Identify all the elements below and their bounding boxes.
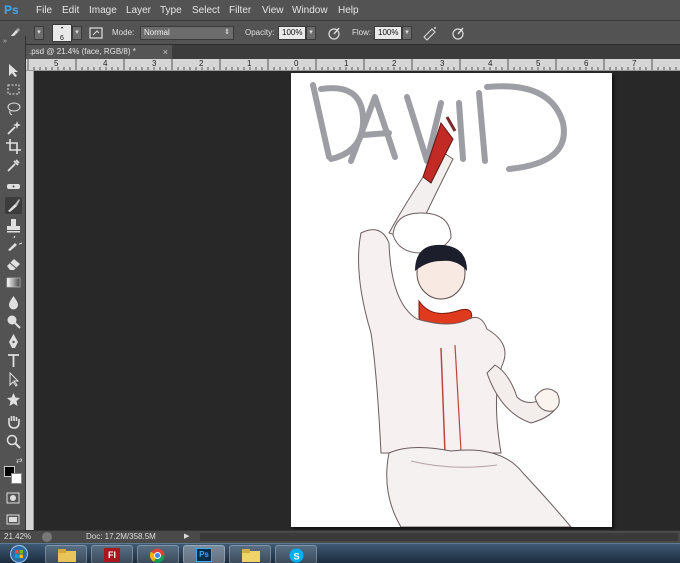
menu-view[interactable]: View bbox=[262, 0, 284, 21]
flash-icon: Fl bbox=[104, 548, 120, 562]
eraser-tool-icon[interactable] bbox=[5, 255, 22, 272]
pressure-opacity-icon[interactable] bbox=[326, 25, 342, 41]
menu-filter[interactable]: Filter bbox=[229, 0, 251, 21]
document-size: Doc: 17.2M/358.5M bbox=[86, 532, 156, 541]
screen-mode-icon[interactable] bbox=[6, 513, 20, 525]
path-select-tool-icon[interactable] bbox=[5, 371, 22, 388]
document-tab-title: .psd @ 21.4% (face, RGB/8) * bbox=[29, 47, 136, 56]
menu-image[interactable]: Image bbox=[89, 0, 117, 21]
menu-bar: Ps File Edit Image Layer Type Select Fil… bbox=[0, 0, 680, 21]
svg-text:S: S bbox=[293, 551, 299, 561]
tools-panel: » ⇄ bbox=[0, 36, 26, 530]
menu-help[interactable]: Help bbox=[338, 0, 359, 21]
airbrush-icon[interactable] bbox=[422, 25, 438, 41]
flow-field[interactable]: 100% bbox=[374, 26, 402, 40]
windows-taskbar: Fl Ps S bbox=[0, 543, 680, 563]
zoom-tool-icon[interactable] bbox=[5, 433, 22, 450]
opacity-label: Opacity: bbox=[245, 28, 275, 37]
document-tab[interactable]: .psd @ 21.4% (face, RGB/8) * × bbox=[26, 45, 172, 59]
chrome-button[interactable] bbox=[137, 545, 179, 563]
shape-tool-icon[interactable] bbox=[5, 391, 22, 408]
lasso-tool-icon[interactable] bbox=[5, 100, 22, 117]
move-tool-icon[interactable] bbox=[5, 62, 22, 79]
explorer-button[interactable] bbox=[45, 545, 87, 563]
opacity-dropdown[interactable]: ▾ bbox=[306, 26, 316, 40]
photoshop-icon: Ps bbox=[196, 548, 212, 562]
dodge-tool-icon[interactable] bbox=[5, 313, 22, 330]
status-bar: 21.42% Doc: 17.2M/358.5M ▶ bbox=[0, 530, 680, 543]
crop-tool-icon[interactable] bbox=[5, 138, 22, 155]
gradient-tool-icon[interactable] bbox=[5, 274, 22, 291]
opacity-field[interactable]: 100% bbox=[278, 26, 306, 40]
mode-value: Normal bbox=[144, 28, 170, 37]
ruler-ticks bbox=[27, 59, 677, 70]
blur-tool-icon[interactable] bbox=[5, 294, 22, 311]
horizontal-ruler: 5 4 3 2 1 0 1 2 3 4 5 6 7 bbox=[26, 59, 680, 71]
close-icon[interactable]: × bbox=[163, 45, 168, 59]
brush-panel-icon[interactable] bbox=[88, 25, 104, 41]
eyedropper-tool-icon[interactable] bbox=[5, 157, 22, 174]
chevron-updown-icon: ⇕ bbox=[224, 29, 230, 36]
pressure-size-icon[interactable] bbox=[450, 25, 466, 41]
document-tab-bar: .psd @ 21.4% (face, RGB/8) * × bbox=[26, 45, 680, 59]
explorer-icon bbox=[58, 549, 76, 562]
menu-layer[interactable]: Layer bbox=[126, 0, 151, 21]
type-tool-icon[interactable] bbox=[5, 352, 22, 369]
background-color-swatch[interactable] bbox=[11, 473, 22, 484]
chrome-icon bbox=[150, 548, 165, 563]
clone-stamp-tool-icon[interactable] bbox=[5, 217, 22, 234]
vertical-ruler bbox=[26, 71, 34, 530]
chef-illustration bbox=[310, 82, 572, 527]
skype-icon: S bbox=[289, 548, 304, 563]
menu-file[interactable]: File bbox=[36, 0, 52, 21]
flow-label: Flow: bbox=[352, 28, 372, 37]
marquee-tool-icon[interactable] bbox=[5, 81, 22, 98]
document-canvas[interactable] bbox=[291, 73, 612, 527]
pen-tool-icon[interactable] bbox=[5, 333, 22, 350]
folder-button[interactable] bbox=[229, 545, 271, 563]
hand-tool-icon[interactable] bbox=[5, 413, 22, 430]
healing-brush-tool-icon[interactable] bbox=[5, 178, 22, 195]
brush-preset-dropdown[interactable]: ▾ bbox=[34, 26, 44, 40]
zoom-level[interactable]: 21.42% bbox=[4, 531, 31, 543]
history-brush-tool-icon[interactable] bbox=[5, 236, 22, 253]
brush-size-dropdown[interactable]: ▾ bbox=[72, 26, 82, 40]
mode-select[interactable]: Normal ⇕ bbox=[140, 26, 234, 40]
brush-size-value: 6 bbox=[60, 35, 64, 42]
collapse-panel-icon[interactable]: » bbox=[3, 38, 7, 45]
photoshop-window: Ps File Edit Image Layer Type Select Fil… bbox=[0, 0, 680, 563]
photoshop-button[interactable]: Ps bbox=[183, 545, 225, 563]
swap-colors-icon[interactable]: ⇄ bbox=[16, 456, 23, 465]
app-logo: Ps bbox=[4, 3, 19, 17]
status-menu-icon[interactable]: ▶ bbox=[184, 531, 189, 543]
options-bar: ▾ • 6 ▾ Mode: Normal ⇕ Opacity: 100% ▾ Fl… bbox=[0, 21, 680, 45]
start-orb-icon[interactable] bbox=[6, 545, 32, 563]
menu-select[interactable]: Select bbox=[192, 0, 220, 21]
status-options-icon[interactable] bbox=[42, 532, 52, 542]
quick-select-tool-icon[interactable] bbox=[5, 119, 22, 136]
skype-button[interactable]: S bbox=[275, 545, 317, 563]
menu-window[interactable]: Window bbox=[292, 0, 328, 21]
brush-size-field[interactable]: • 6 bbox=[52, 24, 72, 42]
brush-tool-icon[interactable] bbox=[5, 197, 22, 214]
menu-type[interactable]: Type bbox=[160, 0, 182, 21]
quick-mask-icon[interactable] bbox=[6, 492, 20, 504]
mode-label: Mode: bbox=[112, 28, 135, 37]
flash-button[interactable]: Fl bbox=[91, 545, 133, 563]
folder-icon bbox=[242, 549, 260, 562]
menu-edit[interactable]: Edit bbox=[62, 0, 79, 21]
horizontal-scrollbar[interactable] bbox=[200, 533, 678, 541]
flow-dropdown[interactable]: ▾ bbox=[402, 26, 412, 40]
